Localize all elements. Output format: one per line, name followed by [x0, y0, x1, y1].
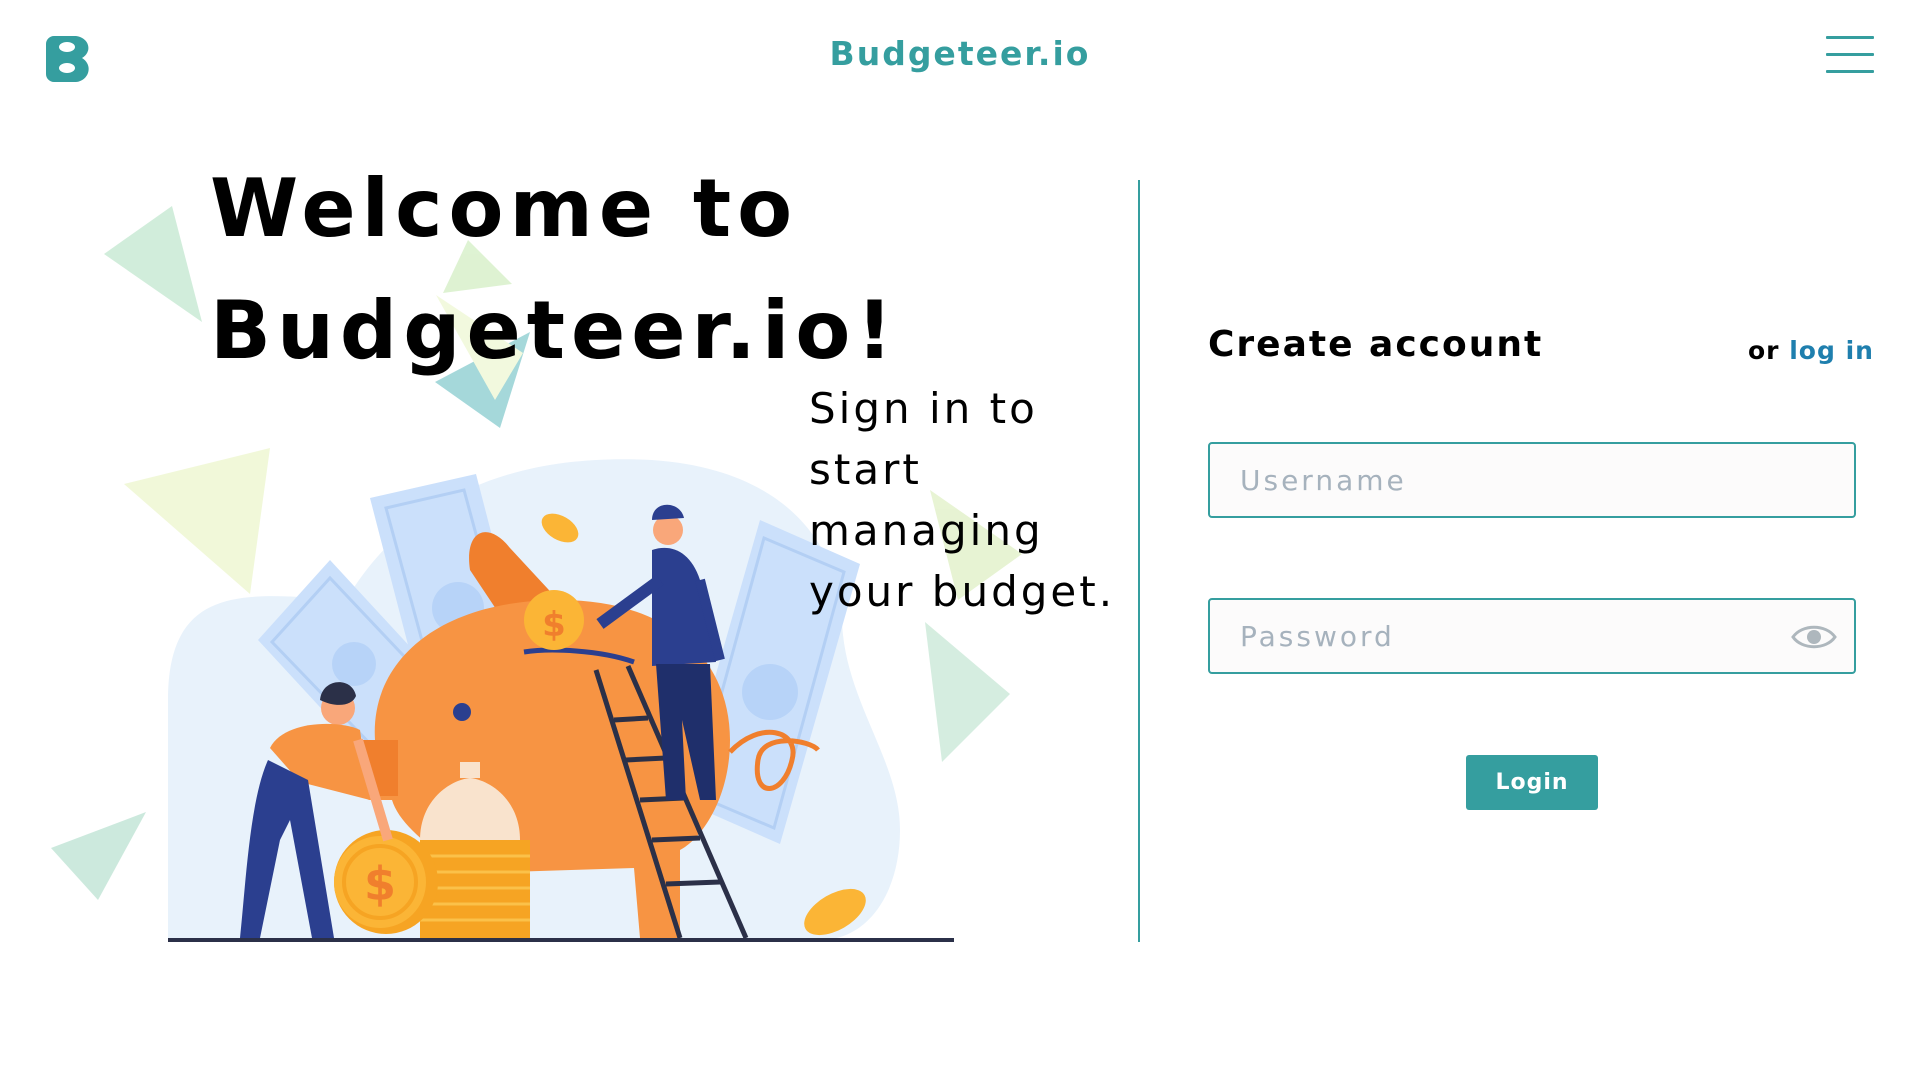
svg-text:$: $ [364, 857, 396, 911]
username-field[interactable] [1208, 442, 1856, 518]
form-title: Create account [1208, 324, 1544, 365]
big-coin: $ [334, 830, 438, 934]
welcome-title: Welcome to Budgeteer.io! [210, 162, 899, 377]
coin-in-slot: $ [524, 590, 584, 650]
app-title: Budgeteer.io [829, 34, 1091, 73]
password-field[interactable] [1208, 598, 1856, 674]
alt-action-prefix: or [1748, 336, 1790, 365]
log-in-link[interactable]: log in [1789, 336, 1874, 365]
svg-text:$: $ [542, 605, 566, 645]
password-input[interactable] [1210, 600, 1854, 672]
hamburger-menu-icon[interactable] [1826, 36, 1874, 76]
tagline: Sign in to start managing your budget. [809, 384, 1116, 616]
eye-icon[interactable] [1790, 620, 1838, 654]
login-button[interactable]: Login [1466, 755, 1598, 810]
username-input[interactable] [1210, 444, 1854, 516]
vertical-divider [1138, 180, 1140, 942]
alt-action: or log in [1748, 336, 1874, 365]
